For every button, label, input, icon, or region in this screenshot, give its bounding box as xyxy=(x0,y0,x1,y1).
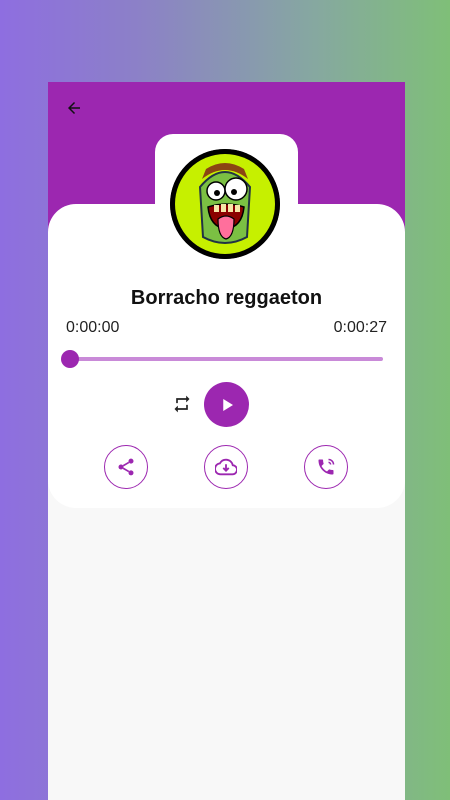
share-button[interactable] xyxy=(104,445,148,489)
play-button[interactable] xyxy=(204,382,249,427)
back-button[interactable] xyxy=(62,96,86,120)
sound-avatar xyxy=(170,149,280,259)
seek-thumb[interactable] xyxy=(61,350,79,368)
app-screen: Borracho reggaeton 0:00:00 0:00:27 xyxy=(48,82,405,800)
phone-ring-icon xyxy=(318,458,335,475)
current-time: 0:00:00 xyxy=(66,319,120,336)
repeat-button[interactable] xyxy=(172,394,192,414)
sound-title: Borracho reggaeton xyxy=(130,287,323,309)
set-ringtone-button[interactable] xyxy=(304,445,348,489)
cartoon-face-icon xyxy=(170,149,280,259)
arrow-left-icon xyxy=(68,102,80,114)
download-button[interactable] xyxy=(204,445,248,489)
repeat-icon xyxy=(174,395,190,413)
share-icon xyxy=(118,458,134,476)
seek-bar[interactable] xyxy=(70,357,383,361)
play-icon xyxy=(222,398,233,411)
total-time: 0:00:27 xyxy=(333,319,387,336)
cloud-download-icon xyxy=(215,458,237,476)
